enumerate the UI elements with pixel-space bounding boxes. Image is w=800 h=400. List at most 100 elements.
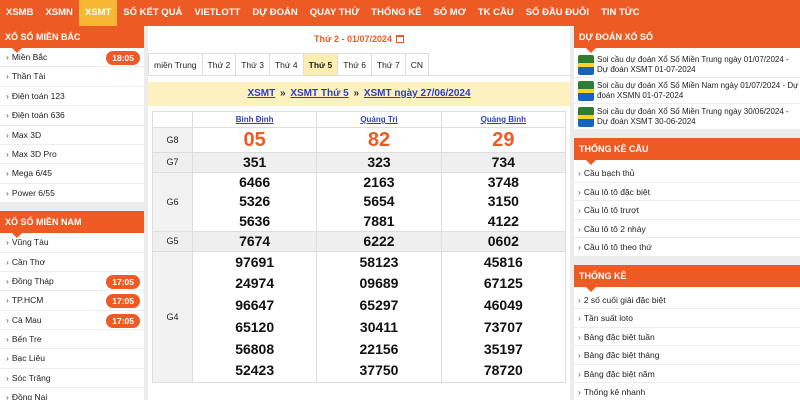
link-dac-biet-thang[interactable]: Bảng đặc biệt tháng <box>574 346 800 365</box>
table-row-g4: G4 97691 24974 96647 65120 56808 52423 5… <box>152 250 567 384</box>
prediction-text: Soi cầu dự đoán Xổ Số Miền Trung ngày 30… <box>597 106 789 126</box>
sidebar-item-label: Miền Bắc <box>11 52 48 62</box>
prize-cell: 3748 3150 4122 <box>440 171 567 232</box>
prize-label: G7 <box>152 152 193 173</box>
prize-number: 22156 <box>359 340 399 357</box>
prize-number: 05 <box>191 127 318 153</box>
prize-label: G5 <box>152 231 193 252</box>
tab-thu-7[interactable]: Thứ 7 <box>370 53 406 75</box>
nav-tin-tuc[interactable]: TIN TỨC <box>595 0 646 26</box>
breadcrumb-xsmt-thu-5[interactable]: XSMT Thứ 5 <box>290 88 348 99</box>
table-header-row: Bình Định Quảng Trị Quảng Bình <box>152 111 567 128</box>
prize-number: 82 <box>316 127 442 153</box>
sidebar-item-bac-lieu[interactable]: Bạc Liêu <box>0 349 144 369</box>
link-dac-biet-nam[interactable]: Bảng đặc biệt năm <box>574 365 800 383</box>
prediction-item[interactable]: Soi cầu dự đoán Xổ Số Miền Trung ngày 01… <box>574 52 800 78</box>
nav-so-dau-duoi[interactable]: SỐ ĐẦU ĐUÔI <box>520 0 595 26</box>
nav-quay-thu[interactable]: QUAY THỬ <box>304 0 366 26</box>
sidebar-item-ca-mau[interactable]: Cà Mau 17:05 <box>0 311 144 331</box>
table-row-g7: G7 351 323 734 <box>152 152 567 173</box>
link-thong-ke-nhanh[interactable]: Thống kê nhanh <box>574 383 800 400</box>
sidebar-item-dong-thap[interactable]: Đồng Tháp 17:05 <box>0 272 144 292</box>
tab-thu-5[interactable]: Thứ 5 <box>302 53 339 75</box>
results-table: Bình Định Quảng Trị Quảng Bình G8 05 82 … <box>152 111 567 384</box>
prediction-text: Soi cầu dự đoán Xổ Số Miền Trung ngày 01… <box>597 54 789 74</box>
nav-thong-ke[interactable]: THỐNG KÊ <box>365 0 427 26</box>
prize-number: 29 <box>440 127 567 153</box>
tab-cn[interactable]: CN <box>404 53 429 75</box>
province-binh-dinh[interactable]: Bình Định <box>191 111 318 128</box>
sidebar-item-vung-tau[interactable]: Vũng Tàu <box>0 233 144 253</box>
sidebar-item-mien-bac[interactable]: Miền Bắc 18:05 <box>0 48 144 68</box>
nav-xsmb[interactable]: XSMB <box>0 0 39 26</box>
prize-number: 58123 <box>359 253 399 270</box>
prize-number: 7674 <box>191 231 318 252</box>
link-cau-lo-to-2-nhay[interactable]: Cầu lô tô 2 nháy <box>574 220 800 238</box>
sidebar-item-max-3d-pro[interactable]: Max 3D Pro <box>0 145 144 165</box>
prize-number: 96647 <box>235 297 275 314</box>
sidebar-item-power-655[interactable]: Power 6/55 <box>0 184 144 204</box>
province-quang-binh[interactable]: Quảng Bình <box>440 111 567 128</box>
sidebar-item-dien-toan-636[interactable]: Điện toán 636 <box>0 106 144 126</box>
table-corner <box>152 111 193 128</box>
nav-vietlott[interactable]: VIETLOTT <box>188 0 246 26</box>
sidebar-item-ben-tre[interactable]: Bến Tre <box>0 330 144 350</box>
prediction-item[interactable]: Soi cầu dự đoán Xổ Số Miền Nam ngày 01/0… <box>574 78 800 104</box>
sidebar-item-max-3d[interactable]: Max 3D <box>0 126 144 145</box>
prize-number: 5654 <box>363 193 395 209</box>
table-row-g5: G5 7674 6222 0602 <box>152 231 567 252</box>
prize-number: 323 <box>316 152 442 173</box>
cau-section-title: THỐNG KÊ CẦU <box>574 138 800 165</box>
prize-number: 351 <box>191 152 318 173</box>
prediction-item[interactable]: Soi cầu dự đoán Xổ Số Miền Trung ngày 30… <box>574 104 800 130</box>
nav-tk-cau[interactable]: TK CẦU <box>472 0 520 26</box>
nav-xsmn[interactable]: XSMN <box>39 0 78 26</box>
draw-time-badge: 17:05 <box>106 294 140 309</box>
main-content: Thứ 2 - 01/07/2024 miền Trung Thứ 2 Thứ … <box>148 26 570 400</box>
prize-number: 7881 <box>363 212 395 229</box>
left-sidebar: XỔ SỐ MIỀN BẮC Miền Bắc 18:05 Thần Tài Đi… <box>0 26 144 400</box>
table-row-g8: G8 05 82 29 <box>152 127 567 153</box>
prize-label: G4 <box>152 250 193 384</box>
link-tan-suat-loto[interactable]: Tần suất loto <box>574 309 800 328</box>
tab-mien-trung[interactable]: miền Trung <box>148 53 203 75</box>
sidebar-item-dien-toan-123[interactable]: Điện toán 123 <box>0 87 144 107</box>
sidebar-item-tp-hcm[interactable]: TP.HCM 17:05 <box>0 291 144 311</box>
link-2-so-cuoi[interactable]: 2 số cuối giải đặc biệt <box>574 291 800 309</box>
prize-number: 5636 <box>239 212 271 229</box>
nav-du-doan[interactable]: DỰ ĐOÁN <box>246 0 303 26</box>
sidebar-item-can-tho[interactable]: Cần Thơ <box>0 253 144 272</box>
calendar-icon[interactable] <box>396 35 405 43</box>
link-dac-biet-tuan[interactable]: Bảng đặc biệt tuần <box>574 328 800 346</box>
tab-thu-4[interactable]: Thứ 4 <box>268 53 304 75</box>
sidebar-item-dong-nai[interactable]: Đồng Nai <box>0 388 144 400</box>
prize-number: 0602 <box>440 231 567 252</box>
date-label: Thứ 2 - 01/07/2024 <box>313 34 393 44</box>
link-cau-lo-to-theo-thu[interactable]: Cầu lô tô theo thứ <box>574 238 800 257</box>
breadcrumb-xsmt[interactable]: XSMT <box>247 88 275 99</box>
prize-number: 37750 <box>359 362 399 379</box>
link-cau-lo-to-truot[interactable]: Cầu lô tô trượt <box>574 201 800 220</box>
province-quang-tri[interactable]: Quảng Trị <box>316 111 442 128</box>
date-picker[interactable]: Thứ 2 - 01/07/2024 <box>148 26 570 52</box>
link-cau-lo-to-dac-biet[interactable]: Cầu lô tô đặc biệt <box>574 183 800 201</box>
nav-so-mo[interactable]: SỔ MƠ <box>427 0 471 26</box>
sidebar-item-than-tai[interactable]: Thần Tài <box>0 67 144 87</box>
thumbnail-image <box>578 54 594 75</box>
tab-thu-2[interactable]: Thứ 2 <box>201 53 237 75</box>
prize-number: 24974 <box>235 275 275 292</box>
prediction-section-title: DỰ ĐOÁN XỔ SỐ <box>574 26 800 53</box>
south-section-title: XỔ SỐ MIỀN NAM <box>0 211 144 239</box>
table-row-g6: G6 6466 5326 5636 2163 5654 7881 3748 31… <box>152 171 567 232</box>
sidebar-item-soc-trang[interactable]: Sóc Trăng <box>0 369 144 389</box>
divider <box>574 130 800 138</box>
sidebar-item-mega-645[interactable]: Mega 6/45 <box>0 164 144 184</box>
link-cau-bach-thu[interactable]: Cầu bạch thủ <box>574 164 800 183</box>
nav-xsmt[interactable]: XSMT <box>78 0 118 26</box>
tab-thu-6[interactable]: Thứ 6 <box>337 53 372 75</box>
tab-thu-3[interactable]: Thứ 3 <box>235 53 270 75</box>
nav-so-ket-qua[interactable]: SỐ KẾT QUẢ <box>117 0 188 26</box>
breadcrumb-xsmt-date[interactable]: XSMT ngày 27/06/2024 <box>364 88 471 99</box>
prize-number: 30411 <box>359 318 399 335</box>
prize-number: 78720 <box>483 362 523 379</box>
